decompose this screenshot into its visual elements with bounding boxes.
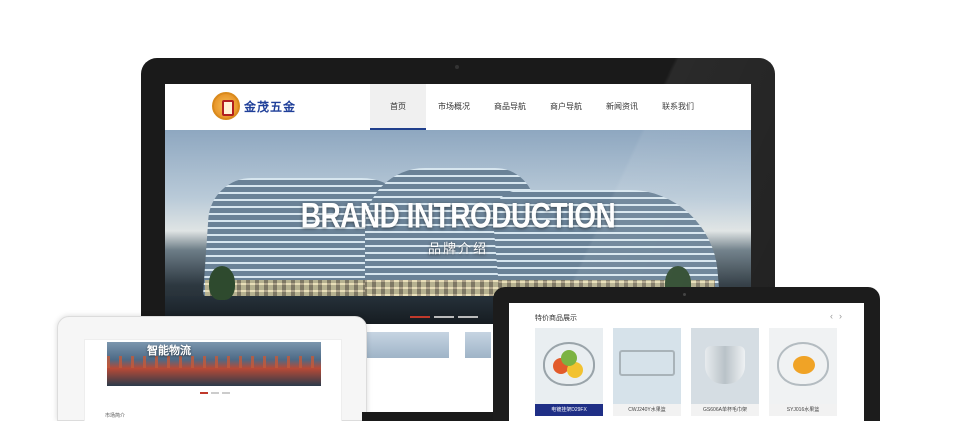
fruit-image (561, 350, 577, 366)
tree-image (209, 266, 235, 300)
product-image (769, 328, 837, 404)
product-card[interactable]: SYJ016水果篮 (769, 328, 837, 416)
hero-title: BRAND INTRODUCTION (300, 196, 616, 235)
product-card[interactable]: GS606A单杯毛巾架 (691, 328, 759, 416)
logo-text: 金茂五金 (244, 99, 297, 114)
tablet-left-screen: 智能物流 市场简介 (84, 339, 342, 421)
nav-item-merchant-guide[interactable]: 商户导航 (538, 84, 594, 130)
product-caption: SYJ016水果篮 (769, 404, 837, 416)
banner-title: 智能物流 (147, 345, 191, 357)
section-label: 市场简介 (105, 413, 126, 419)
site-logo[interactable]: 金茂五金 (212, 92, 296, 120)
slider-dot[interactable] (200, 392, 208, 394)
slider-dot[interactable] (458, 316, 478, 318)
fruit-image (793, 356, 815, 374)
monitor-base (362, 412, 494, 421)
main-nav: 首页 市场概况 商品导航 商户导航 新闻资讯 联系我们 (370, 84, 706, 130)
carousel-arrows: ‹ › (830, 311, 842, 321)
towel-holder-image (705, 346, 745, 384)
product-card[interactable]: 电镀挂架D29FX (535, 328, 603, 416)
slider-dot[interactable] (222, 392, 230, 394)
product-image (691, 328, 759, 404)
logistics-banner[interactable]: 智能物流 (107, 342, 321, 386)
product-caption: CWJ240Y水果篮 (613, 404, 681, 416)
wire-rack-image (619, 350, 675, 376)
camera-icon (683, 293, 686, 296)
slider-dot[interactable] (410, 316, 430, 318)
chevron-left-icon[interactable]: ‹ (830, 311, 833, 321)
nav-item-product-guide[interactable]: 商品导航 (482, 84, 538, 130)
product-image (535, 328, 603, 404)
product-card[interactable]: CWJ240Y水果篮 (613, 328, 681, 416)
slider-dots (410, 316, 478, 318)
camera-icon (455, 65, 459, 69)
tablet-right: 特价商品展示 ‹ › 电镀挂架D29FX CWJ240Y水果篮 GS606A单杯… (493, 287, 880, 421)
tablet-right-screen: 特价商品展示 ‹ › 电镀挂架D29FX CWJ240Y水果篮 GS606A单杯… (509, 303, 864, 421)
slider-dots (200, 392, 230, 394)
logo-emblem-icon (212, 92, 240, 120)
tablet-left: 智能物流 市场简介 (57, 316, 367, 421)
product-caption: 电镀挂架D29FX (535, 404, 603, 416)
product-image (613, 328, 681, 404)
slider-dot[interactable] (434, 316, 454, 318)
nav-item-news[interactable]: 新闻资讯 (594, 84, 650, 130)
content-thumbnail[interactable] (465, 332, 491, 358)
product-caption: GS606A单杯毛巾架 (691, 404, 759, 416)
nav-item-market-overview[interactable]: 市场概况 (426, 84, 482, 130)
chevron-right-icon[interactable]: › (839, 311, 842, 321)
nav-item-home[interactable]: 首页 (370, 84, 426, 130)
slider-dot[interactable] (211, 392, 219, 394)
content-thumbnail[interactable] (365, 332, 449, 358)
site-header: 金茂五金 首页 市场概况 商品导航 商户导航 新闻资讯 联系我们 (165, 84, 751, 130)
nav-item-contact[interactable]: 联系我们 (650, 84, 706, 130)
hero-subtitle: 品牌介绍 (427, 241, 488, 256)
section-title: 特价商品展示 (535, 315, 577, 322)
port-cranes-image (107, 356, 321, 368)
product-list: 电镀挂架D29FX CWJ240Y水果篮 GS606A单杯毛巾架 SYJ016水… (535, 328, 837, 416)
